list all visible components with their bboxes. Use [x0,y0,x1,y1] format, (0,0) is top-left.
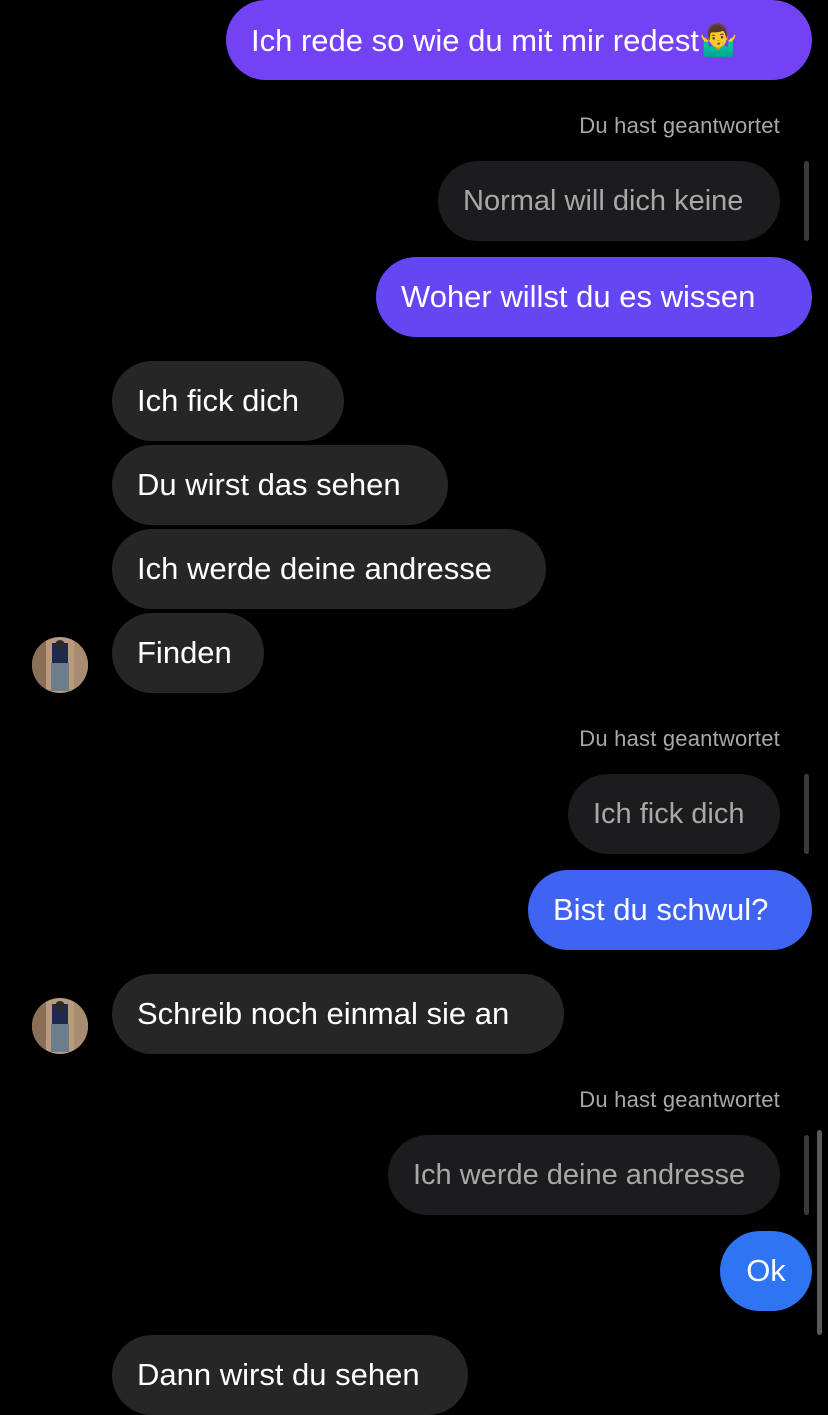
incoming-message[interactable]: Du wirst das sehen [112,445,448,525]
message-text: Finden [137,635,232,670]
quoted-message[interactable]: Ich werde deine andresse [388,1135,780,1215]
message-text: Ich rede so wie du mit mir redest🤷‍♂️ [251,22,738,58]
reply-indicator-bar [804,774,809,854]
contact-avatar[interactable] [32,998,88,1054]
avatar-image [32,998,88,1054]
message-text: Dann wirst du sehen [137,1357,420,1392]
incoming-message[interactable]: Dann wirst du sehen [112,1335,468,1415]
message-text: Ich fick dich [137,383,299,418]
avatar-image [32,637,88,693]
reply-label: Du hast geantwortet [579,726,780,751]
incoming-message[interactable]: Ich werde deine andresse [112,529,546,609]
message-text: Ich werde deine andresse [137,551,493,586]
outgoing-message[interactable]: Ich rede so wie du mit mir redest🤷‍♂️ [226,0,812,80]
quoted-text: Normal will dich keine [463,184,744,217]
message-text: Woher willst du es wissen [401,279,756,314]
reply-indicator-bar [804,1135,809,1215]
reply-label: Du hast geantwortet [579,113,780,138]
reply-label: Du hast geantwortet [579,1087,780,1112]
quoted-message[interactable]: Normal will dich keine [438,161,780,241]
incoming-message[interactable]: Schreib noch einmal sie an [112,974,564,1054]
message-text: Bist du schwul? [553,892,769,927]
message-text: Ok [746,1253,786,1288]
quoted-text: Ich fick dich [593,797,745,830]
outgoing-message[interactable]: Ok [720,1231,812,1311]
scrollbar[interactable] [817,1130,822,1335]
incoming-message[interactable]: Ich fick dich [112,361,344,441]
outgoing-message[interactable]: Bist du schwul? [528,870,812,950]
incoming-message[interactable]: Finden [112,613,264,693]
outgoing-message[interactable]: Woher willst du es wissen [376,257,812,337]
reply-indicator-bar [804,161,809,241]
contact-avatar[interactable] [32,637,88,693]
quoted-message[interactable]: Ich fick dich [568,774,780,854]
message-text: Schreib noch einmal sie an [137,996,510,1031]
quoted-text: Ich werde deine andresse [413,1158,746,1191]
message-text: Du wirst das sehen [137,467,401,502]
